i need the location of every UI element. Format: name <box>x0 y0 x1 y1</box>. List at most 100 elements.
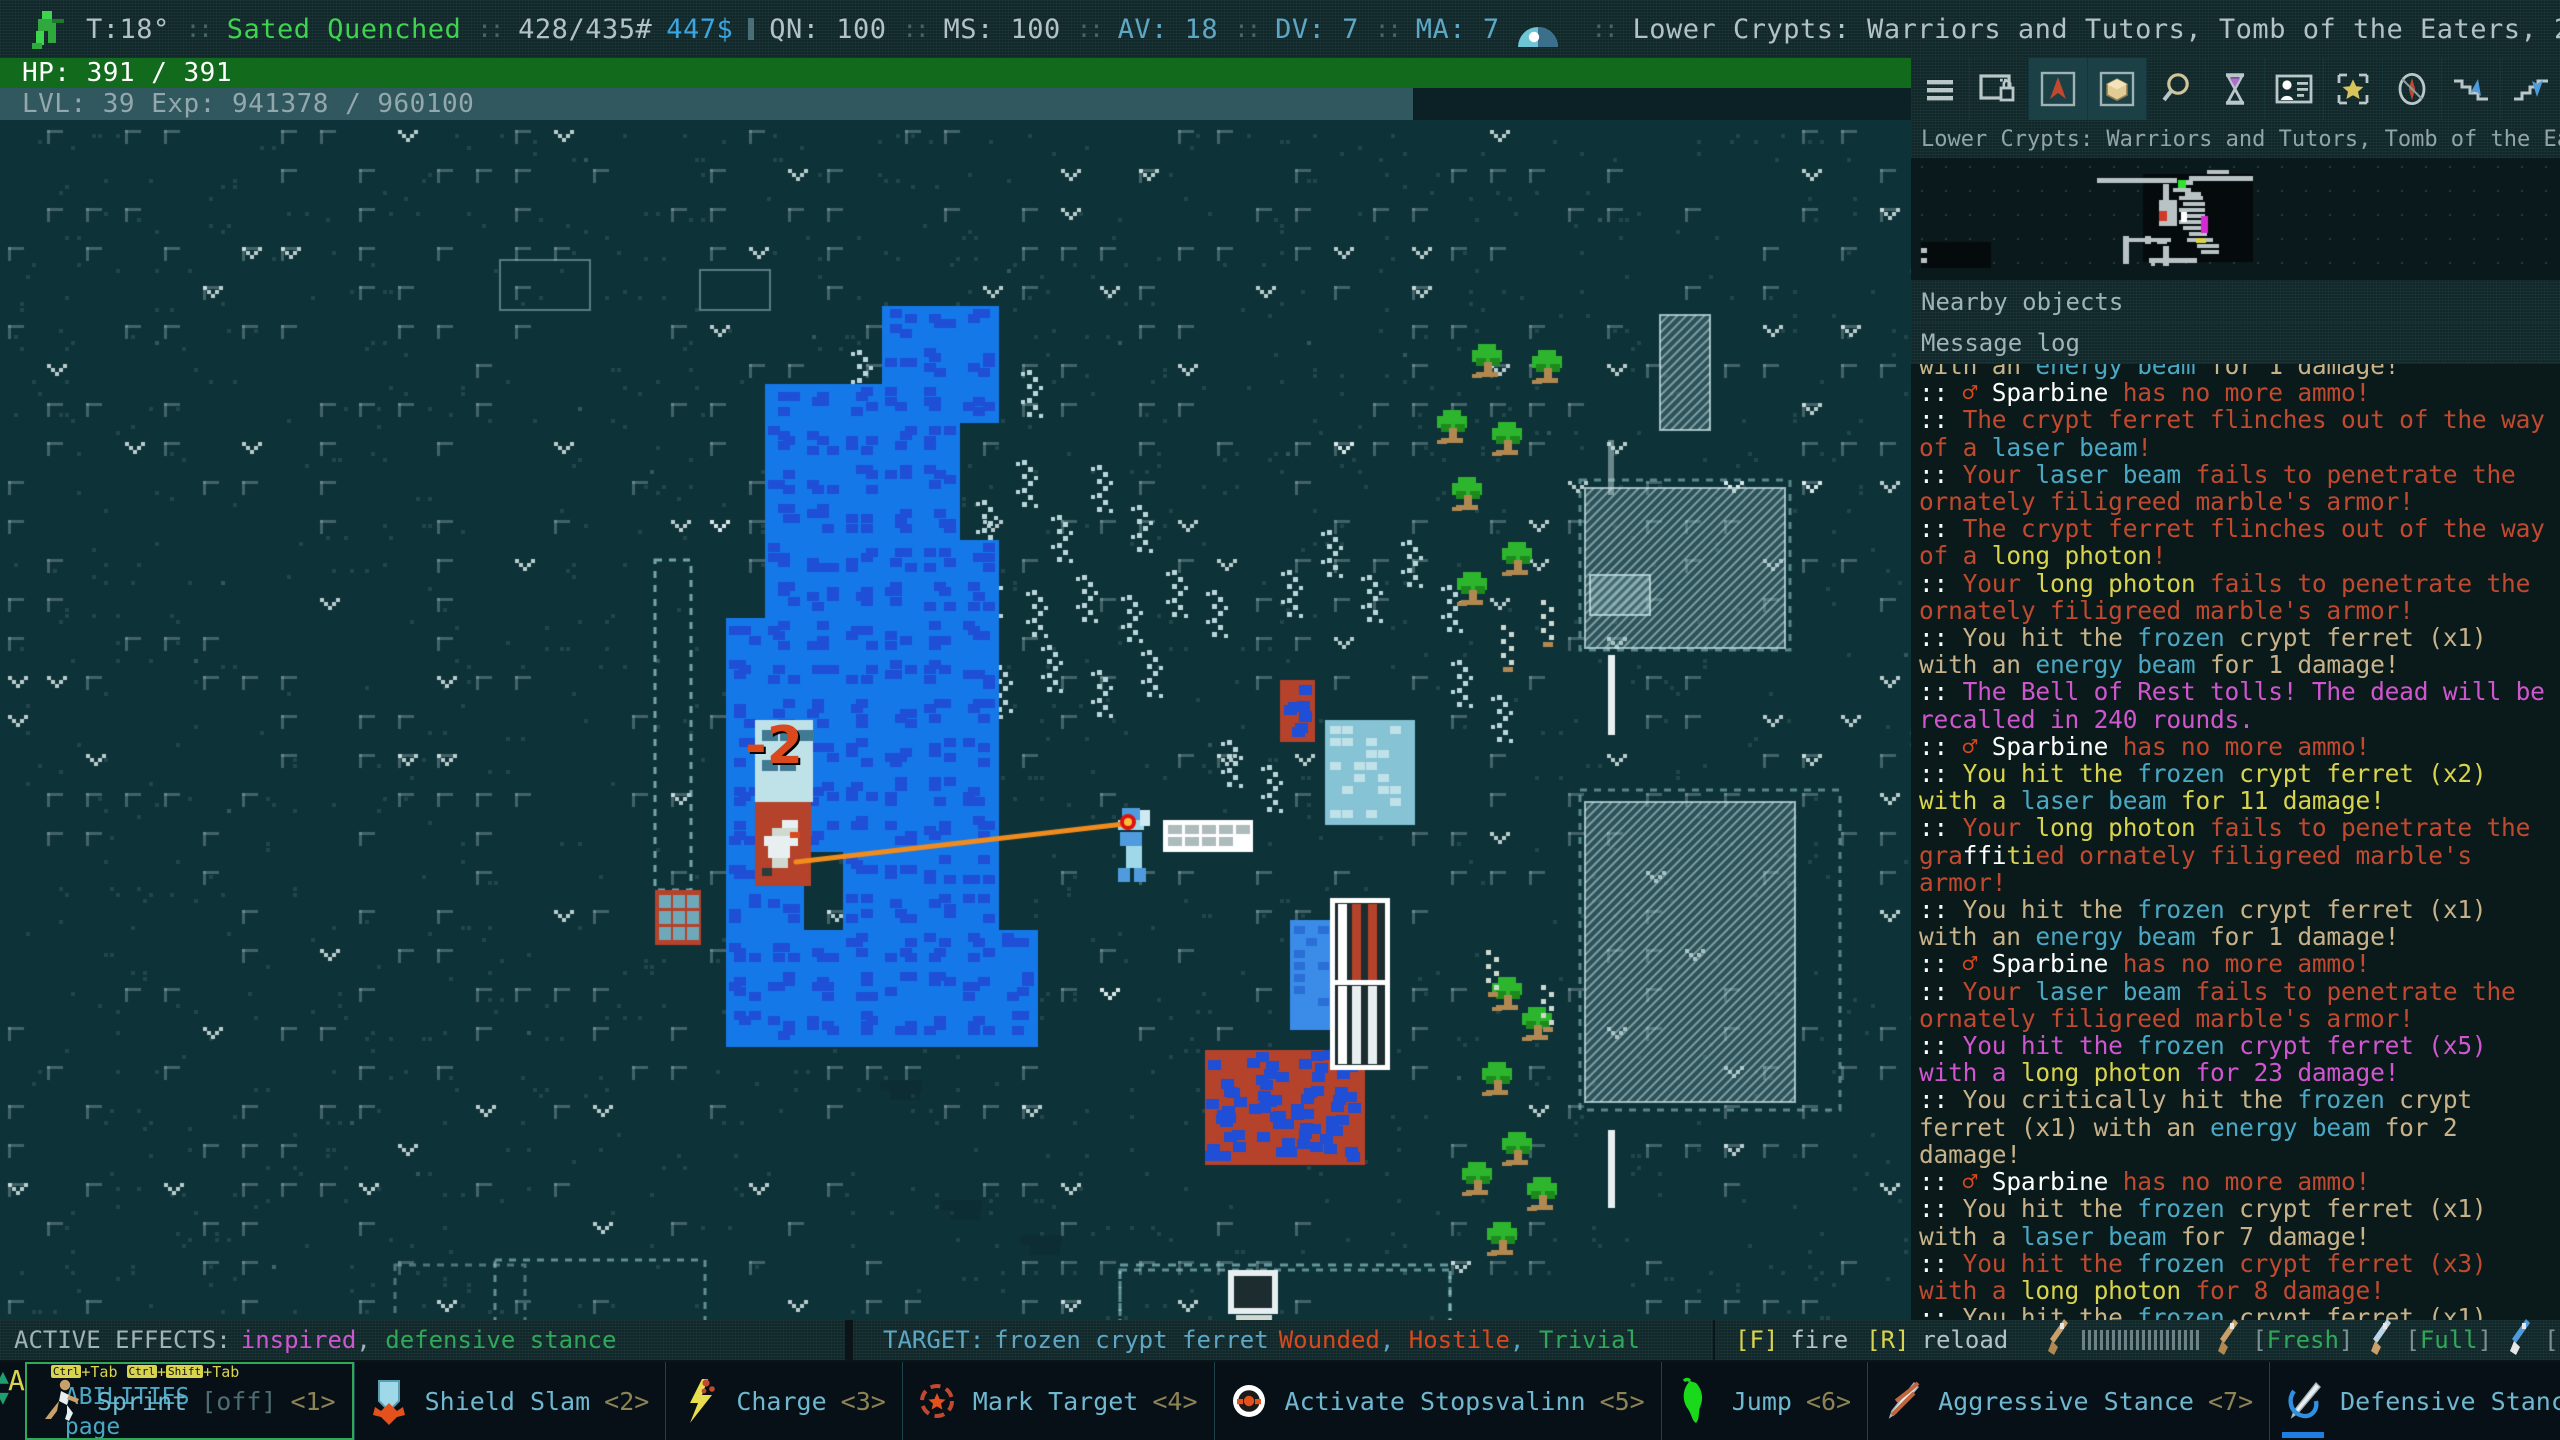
weapon-status: [Full] <box>2544 1326 2560 1354</box>
fire-label: fire <box>1790 1326 1849 1354</box>
compass-icon[interactable] <box>2383 58 2442 120</box>
message-log-line: :: You hit the frozen crypt ferret (x1) … <box>1919 623 2487 680</box>
ability-label: Jump <box>1731 1386 1792 1416</box>
moon-phase-icon <box>1512 3 1564 55</box>
ability-label: Defensive Stance <box>2340 1386 2560 1416</box>
satiation-readout: Sated Quenched <box>226 13 462 45</box>
menu-icon[interactable] <box>1911 58 1970 120</box>
map-canvas[interactable] <box>0 120 1911 1320</box>
message-log-line: :: ♂ Sparbine has no more ammo! <box>1919 949 2371 979</box>
weapon-slot[interactable]: [Full] <box>2367 1317 2492 1363</box>
money-readout: 447$ <box>666 13 734 45</box>
player-avatar-icon <box>26 7 70 51</box>
ability-mark-target[interactable]: Mark Target <4> <box>901 1362 1214 1440</box>
active-effects-bar: ACTIVE EFFECTS: inspired, defensive stan… <box>0 1320 845 1360</box>
right-sidebar: Lower Crypts: Warriors and Tutors, Tomb … <box>1911 58 2560 1359</box>
exp-bar: LVL: 39 Exp: 941378 / 960100 <box>0 88 1911 120</box>
inventory-icon[interactable] <box>2088 58 2147 120</box>
sidebar-location-strip: Lower Crypts: Warriors and Tutors, Tomb … <box>1911 120 2560 158</box>
reload-key: [R] <box>1866 1326 1910 1354</box>
ability-sprint[interactable]: Sprint [off] <1> <box>24 1362 354 1440</box>
character-sheet-icon[interactable] <box>2265 58 2324 120</box>
weapon-slot[interactable] <box>2044 1317 2201 1363</box>
message-log-line: :: You hit the frozen crypt ferret (x1) … <box>1919 895 2487 952</box>
message-log-line: :: You hit the frozen crypt ferret (x1) … <box>1919 1194 2487 1251</box>
hp-bar: HP: 391 / 391 <box>0 58 1911 88</box>
message-log-line: with an energy beam for 1 damage! <box>1919 364 2400 380</box>
message-log-line: :: The crypt ferret flinches out of the … <box>1919 514 2545 571</box>
message-log-header[interactable]: Message log <box>1911 322 2560 364</box>
message-log-line: :: ♂ Sparbine has no more ammo! <box>1919 1167 2371 1197</box>
target-name: frozen crypt ferret <box>994 1326 1269 1354</box>
weapon-status: [Fresh] <box>2252 1326 2354 1354</box>
photon-rifle-icon <box>2506 1317 2536 1363</box>
weapon-slot[interactable]: [Fresh] <box>2214 1317 2353 1363</box>
weapon-slots[interactable]: [Fresh] [Full] [Full] <box>2044 1317 2560 1363</box>
nearby-objects-header[interactable]: Nearby objects <box>1911 280 2560 322</box>
ability-list: Sprint [off] <1> Shield Slam <2> Charge <3> Mar… <box>24 1362 2560 1440</box>
message-log-label: Message log <box>1921 329 2080 357</box>
separator: :: <box>477 15 504 43</box>
defensive-icon <box>2282 1377 2326 1425</box>
message-log-line: :: Your laser beam fails to penetrate th… <box>1919 976 2516 1033</box>
fire-reload-bar: [F] fire [R] reload [Fresh] [Full] [Full… <box>1715 1317 2560 1363</box>
skills-icon[interactable] <box>2324 58 2383 120</box>
look-icon[interactable] <box>2147 58 2206 120</box>
target-bar: TARGET: frozen crypt ferret Wounded, Hos… <box>853 1320 1713 1360</box>
ability-charge[interactable]: Charge <3> <box>665 1362 901 1440</box>
ability-label: Mark Target <box>972 1386 1139 1416</box>
damage-float-label: -2 <box>745 716 803 776</box>
separator: :: <box>1591 15 1619 43</box>
ability-jump[interactable]: Jump <6> <box>1660 1362 1867 1440</box>
charge-icon <box>678 1377 722 1425</box>
weapon-slot[interactable]: [Full] <box>2506 1317 2560 1363</box>
shield-slam-icon <box>367 1377 411 1425</box>
minimap-canvas[interactable] <box>1911 158 2560 280</box>
ammo-gauge <box>2082 1330 2201 1350</box>
stairs-up-icon[interactable] <box>2501 58 2560 120</box>
message-log-line: :: You hit the frozen crypt ferret (x5) … <box>1919 1031 2487 1088</box>
ma-readout: MA: 7 <box>1415 13 1500 45</box>
navigation-icon[interactable] <box>2029 58 2088 120</box>
nearby-objects-label: Nearby objects <box>1921 287 2124 316</box>
ability-page-arrows[interactable]: ▲ ▼ <box>0 1366 9 1408</box>
wait-icon[interactable] <box>2206 58 2265 120</box>
message-log-line: :: The Bell of Rest tolls! The dead will… <box>1919 677 2545 734</box>
ability-hotkey: <1> <box>290 1386 336 1416</box>
hp-label: HP: 391 / 391 <box>22 58 232 88</box>
lock-screen-icon[interactable] <box>1970 58 2029 120</box>
stopsvalinn-icon <box>1227 1377 1271 1425</box>
message-log-line: :: ♂ Sparbine has no more ammo! <box>1919 731 2371 761</box>
target-tags: Wounded, Hostile, Trivial <box>1278 1326 1640 1354</box>
target-tag: Trivial <box>1538 1326 1640 1354</box>
separator: :: <box>1374 15 1402 43</box>
message-log-line: :: The crypt ferret flinches out of the … <box>1919 405 2545 462</box>
game-map[interactable]: -2 <box>0 120 1911 1320</box>
minimap[interactable] <box>1911 158 2560 280</box>
temperature-readout: T:18° <box>86 13 170 45</box>
ability-label: Activate Stopsvalinn <box>1284 1386 1586 1416</box>
ability-shield-slam[interactable]: Shield Slam <2> <box>353 1362 666 1440</box>
message-log-line: :: Your laser beam fails to penetrate th… <box>1919 459 2516 517</box>
message-log-line: :: You hit the frozen crypt ferret (x2) … <box>1919 759 2487 816</box>
message-log[interactable]: with an energy beam for 1 damage!:: ♂ Sp… <box>1911 364 2560 1359</box>
jump-icon <box>1674 1377 1718 1425</box>
ability-toggle-state: [off] <box>201 1386 277 1416</box>
ability-defensive-stance[interactable]: Defensive Stance<8> <box>2269 1362 2560 1440</box>
stairs-down-icon[interactable] <box>2442 58 2501 120</box>
ability-hotkey: <5> <box>1599 1386 1645 1416</box>
separator: :: <box>1076 15 1104 43</box>
target-tag: Hostile <box>1408 1326 1510 1354</box>
ability-label: Sprint <box>96 1386 188 1416</box>
separator: :: <box>902 15 930 43</box>
separator: :: <box>1234 15 1261 43</box>
aggressive-icon <box>1880 1377 1924 1425</box>
av-readout: AV: 18 <box>1117 13 1219 45</box>
game-window: T:18° :: Sated Quenched :: 428/435# 447$… <box>0 0 2560 1440</box>
target-label: TARGET: <box>883 1326 985 1354</box>
rifle-icon <box>2044 1317 2074 1363</box>
exp-label: LVL: 39 Exp: 941378 / 960100 <box>22 89 475 119</box>
ability-aggressive-stance[interactable]: Aggressive Stance <7> <box>1867 1362 2269 1440</box>
ability-activate-stopsvalinn[interactable]: Activate Stopsvalinn <5> <box>1213 1362 1661 1440</box>
separator: :: <box>185 15 213 43</box>
